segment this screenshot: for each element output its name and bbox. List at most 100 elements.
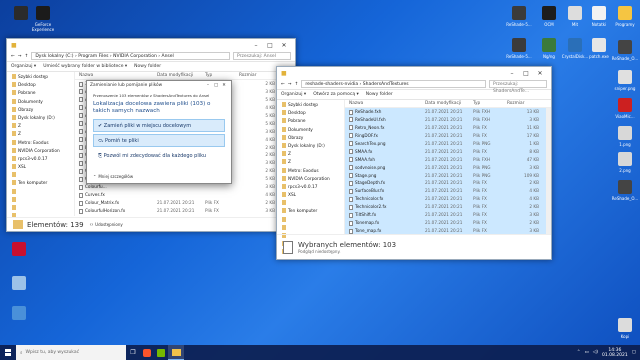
- notification-icon[interactable]: ▢: [632, 350, 636, 355]
- nav-item[interactable]: [7, 172, 74, 180]
- desktop-icon[interactable]: Kopi: [610, 318, 640, 339]
- table-row[interactable]: SMAA.fxh 21.07.2021 20:21 Plik FXH 47 KB: [345, 155, 551, 164]
- path-breadcrumb[interactable]: Dysk lokalny (C:) › Program Files › NVID…: [31, 52, 230, 60]
- table-row[interactable]: Retro_Neon.fx 21.07.2021 20:21 Plik FX 11 K…: [345, 123, 551, 132]
- column-type[interactable]: Typ: [205, 72, 239, 79]
- dialog-option[interactable]: ⎘ Pozwól mi zdecydować dla każdego pliku: [93, 149, 225, 162]
- minimize-button[interactable]: –: [204, 83, 212, 88]
- network-icon[interactable]: ▭: [584, 350, 588, 355]
- close-button[interactable]: ✕: [277, 42, 291, 49]
- table-row[interactable]: ReShadeUI.fxh 21.07.2021 20:21 Plik FXH 3 K…: [345, 115, 551, 124]
- column-date[interactable]: Data modyfikacji: [425, 100, 473, 107]
- column-name[interactable]: Nazwa: [345, 100, 425, 107]
- nav-item[interactable]: Szybki dostęp: [277, 102, 344, 110]
- volume-icon[interactable]: ◁): [593, 350, 598, 355]
- nvidia-icon[interactable]: [154, 345, 168, 360]
- table-row[interactable]: Tonemap.fx 21.07.2021 20:21 Plik FX 2 KB: [345, 219, 551, 228]
- system-tray[interactable]: ⌃ ▭ ◁) 14:36 01.08.2021 ▢: [577, 348, 640, 358]
- nav-item[interactable]: Obrazy: [277, 134, 344, 143]
- nav-item[interactable]: Dysk lokalny (D:): [277, 142, 344, 151]
- start-button[interactable]: [0, 345, 16, 360]
- file-explorer-icon[interactable]: [168, 345, 184, 360]
- desktop-icon[interactable]: ViaoMic...: [610, 98, 640, 119]
- table-row[interactable]: Technicolor2.fx 21.07.2021 20:21 Plik FX 2 …: [345, 203, 551, 212]
- table-row[interactable]: sodvnoise.png 21.07.2021 20:21 Plik PNG 3 K…: [345, 163, 551, 172]
- desktop-icon[interactable]: ReShade_O...: [610, 40, 640, 61]
- taskbar-search-input[interactable]: ⌕ Wpisz tu, aby wyszukać: [16, 345, 126, 360]
- nav-item[interactable]: Szybki dostęp: [7, 74, 74, 82]
- table-row[interactable]: SearchTex.png 21.07.2021 20:21 Plik PNG 1 K…: [345, 139, 551, 148]
- brave-icon[interactable]: [140, 345, 154, 360]
- dialog-option[interactable]: ⤼ Pomiń te pliki: [93, 134, 225, 147]
- nav-item[interactable]: rpcs3-v0.0.17: [277, 183, 344, 192]
- minimize-button[interactable]: –: [505, 70, 519, 77]
- nav-item[interactable]: Dokumenty: [277, 126, 344, 135]
- nav-item[interactable]: Desktop: [7, 82, 74, 90]
- ribbon-button[interactable]: Organizuj ▾: [281, 92, 306, 97]
- clock-date[interactable]: 01.08.2021: [602, 353, 628, 358]
- maximize-button[interactable]: □: [212, 83, 220, 88]
- desktop-icon[interactable]: 1.png: [610, 126, 640, 147]
- nav-item[interactable]: Pobrane: [277, 118, 344, 126]
- nav-item[interactable]: Z: [7, 123, 74, 131]
- breadcrumb-segment[interactable]: reshade-shaders-nvidia: [305, 82, 358, 87]
- nav-item[interactable]: XSL: [277, 192, 344, 200]
- nav-item[interactable]: Ten komputer: [7, 180, 74, 188]
- breadcrumb-segment[interactable]: Ansel: [161, 54, 173, 59]
- maximize-button[interactable]: □: [519, 70, 533, 77]
- table-row[interactable]: Tone_map.fx 21.07.2021 20:21 Plik FX 3 KB: [345, 227, 551, 234]
- nav-item[interactable]: Desktop: [277, 110, 344, 118]
- table-row[interactable]: SurfaceBlur.fx 21.07.2021 20:21 Plik FX 4 K…: [345, 187, 551, 196]
- nav-item[interactable]: Metro: Exodus: [277, 167, 344, 176]
- column-size[interactable]: Rozmiar: [239, 72, 269, 79]
- details-toggle[interactable]: Mniej szczegółów: [98, 174, 133, 179]
- column-date[interactable]: Data modyfikacji: [157, 72, 205, 79]
- nav-item[interactable]: rpcs3-v0.0.17: [7, 155, 74, 164]
- table-row[interactable]: Stage.png 21.07.2021 20:21 Plik PNG 109 KB: [345, 171, 551, 180]
- ribbon-button[interactable]: Nowy folder: [134, 64, 161, 69]
- path-breadcrumb[interactable]: reshade-shaders-nvidia › ShadersAndTextu…: [301, 80, 486, 88]
- breadcrumb-segment[interactable]: NVIDIA Corporation: [113, 54, 157, 59]
- breadcrumb-segment[interactable]: Dysk lokalny (C:): [35, 54, 73, 59]
- chevron-up-icon[interactable]: ⌃: [577, 350, 581, 355]
- ribbon-button[interactable]: Umieść wybrany folder w bibliotece ▾: [43, 64, 127, 69]
- desktop-icon[interactable]: ReShade-5...: [504, 6, 534, 27]
- desktop-icon[interactable]: ReShade_O...: [610, 180, 640, 201]
- nav-item[interactable]: [277, 200, 344, 208]
- nav-item[interactable]: Dokumenty: [7, 98, 74, 107]
- nav-item[interactable]: Z: [277, 159, 344, 167]
- nav-item[interactable]: [7, 205, 74, 213]
- search-input[interactable]: Przeszukaj: ShadersAndTe...: [489, 80, 547, 94]
- desktop-icon[interactable]: 2.png: [610, 152, 640, 173]
- ribbon-button[interactable]: Organizuj ▾: [11, 64, 36, 69]
- breadcrumb-segment[interactable]: Program Files: [78, 54, 108, 59]
- table-row[interactable]: ReShade.fxh 21.07.2021 20:21 Plik FXH 13 KB: [345, 108, 551, 116]
- forward-icon[interactable]: →: [288, 82, 292, 87]
- desktop-icon[interactable]: Programy: [610, 6, 640, 27]
- close-button[interactable]: ✕: [220, 83, 228, 88]
- ribbon-button[interactable]: Nowy folder: [366, 92, 393, 97]
- close-button[interactable]: ✕: [533, 70, 547, 77]
- table-row[interactable]: ColourfulHorizon.fx 21.07.2021 20:21 Plik …: [75, 207, 295, 215]
- up-icon[interactable]: ↑: [295, 82, 299, 87]
- nav-item[interactable]: Ten komputer: [277, 208, 344, 216]
- back-icon[interactable]: ←: [11, 54, 15, 59]
- column-name[interactable]: Nazwa: [75, 72, 157, 79]
- table-row[interactable]: CRT.fx21.07.2021 20:21Plik FX4 KB: [75, 215, 295, 217]
- table-row[interactable]: TiltShift.fx 21.07.2021 20:21 Plik FX 3 KB: [345, 211, 551, 220]
- desktop-icon[interactable]: [4, 306, 34, 322]
- forward-icon[interactable]: →: [18, 54, 22, 59]
- maximize-button[interactable]: □: [263, 42, 277, 49]
- table-row[interactable]: Technicolor.fx 21.07.2021 20:21 Plik FX 4 K…: [345, 195, 551, 204]
- chevron-up-icon[interactable]: ⌃: [93, 174, 96, 179]
- back-icon[interactable]: ←: [281, 82, 285, 87]
- table-row[interactable]: SMAA.fx 21.07.2021 20:21 Plik FX 8 KB: [345, 147, 551, 156]
- nav-item[interactable]: Pobrane: [7, 90, 74, 98]
- column-size[interactable]: Rozmiar: [507, 100, 537, 107]
- nav-item[interactable]: XSL: [7, 164, 74, 172]
- minimize-button[interactable]: –: [249, 42, 263, 49]
- desktop-icon[interactable]: [6, 6, 36, 22]
- nav-item[interactable]: Metro: Exodus: [7, 139, 74, 148]
- search-input[interactable]: Przeszukaj: Ansel: [233, 52, 291, 60]
- dialog-option[interactable]: ✔ Zamień pliki w miejscu docelowym: [93, 119, 225, 132]
